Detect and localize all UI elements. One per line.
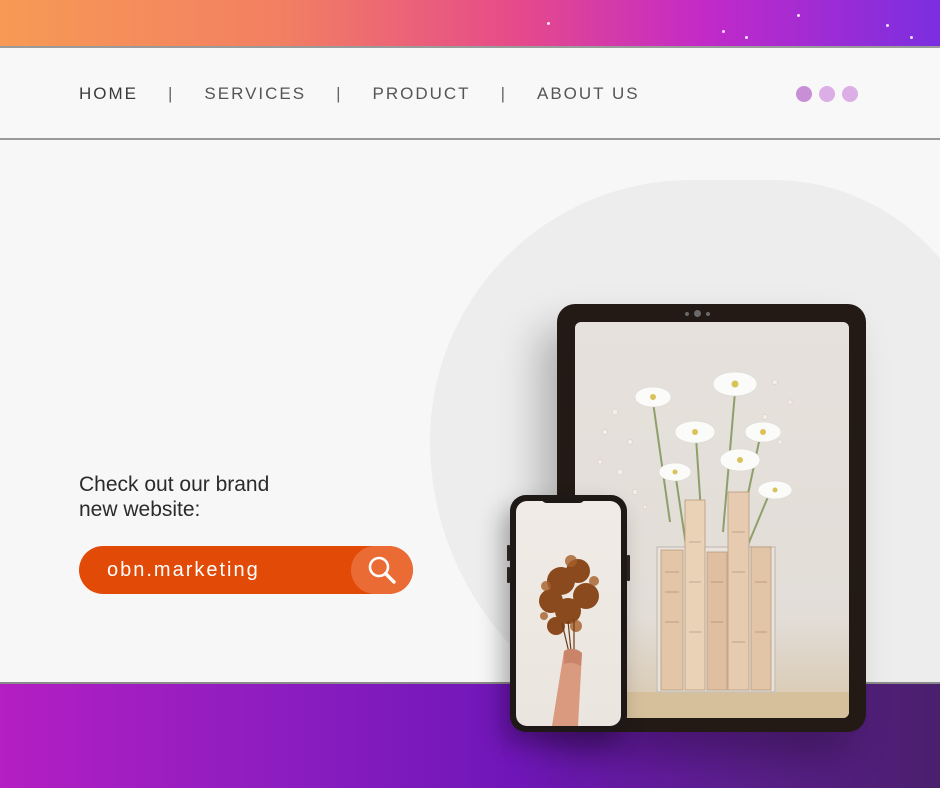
sparkle-icon	[745, 36, 748, 39]
dot-icon	[842, 86, 858, 102]
window-dots	[796, 86, 858, 102]
nav-separator: |	[336, 84, 343, 103]
sparkle-icon	[797, 14, 800, 17]
nav-item-services[interactable]: SERVICES	[204, 84, 306, 104]
sparkle-icon	[547, 22, 550, 25]
search-icon	[368, 556, 396, 584]
phone-mockup	[507, 495, 630, 732]
dot-icon	[819, 86, 835, 102]
hero-tagline: Check out our brand new website:	[79, 472, 339, 522]
nav-item-home[interactable]: HOME	[79, 84, 138, 104]
camera-icon	[685, 310, 710, 317]
sparkle-icon	[910, 36, 913, 39]
navigation-bar: HOME | SERVICES | PRODUCT | ABOUT US	[0, 46, 940, 140]
nav-item-product[interactable]: PRODUCT	[373, 84, 471, 104]
sparkle-icon	[886, 24, 889, 27]
website-search-bar[interactable]: obn.marketing	[79, 546, 413, 594]
nav-separator: |	[168, 84, 175, 103]
tagline-line-2: new website:	[79, 498, 201, 521]
nav-menu: HOME | SERVICES | PRODUCT | ABOUT US	[79, 84, 640, 104]
nav-separator: |	[500, 84, 507, 103]
sparkle-icon	[722, 30, 725, 33]
website-url-text[interactable]: obn.marketing	[79, 559, 351, 582]
nav-item-about-us[interactable]: ABOUT US	[537, 84, 640, 104]
dried-flower-bouquet-photo	[539, 555, 599, 726]
phone-notch	[541, 495, 585, 503]
phone-side-button	[627, 555, 630, 581]
top-gradient-band	[0, 0, 940, 46]
tagline-line-1: Check out our brand	[79, 473, 270, 496]
phone-side-button	[507, 567, 510, 583]
phone-screen-image	[516, 501, 621, 726]
dot-icon	[796, 86, 812, 102]
search-button[interactable]	[351, 546, 413, 594]
phone-side-button	[507, 545, 510, 561]
